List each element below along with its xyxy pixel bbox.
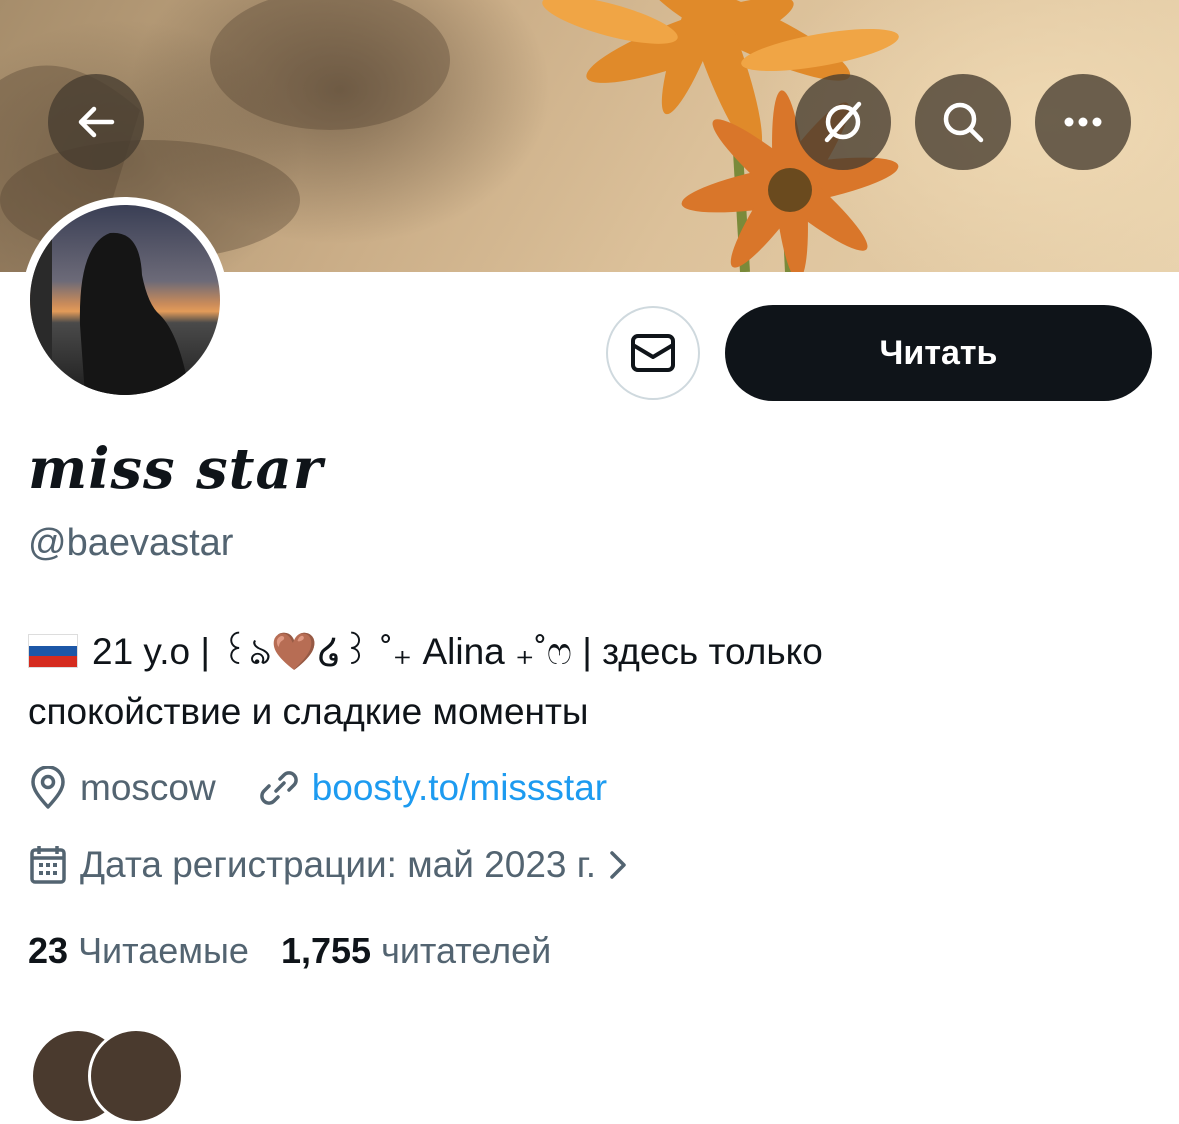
profile-bio: 21 y.o | ꒰ঌ🤎໒꒱ ˚₊ Alina ₊˚ෆ | здесь толь… xyxy=(28,622,1148,742)
chevron-right-icon xyxy=(610,851,626,879)
calendar-icon xyxy=(30,846,66,884)
arrow-left-icon xyxy=(78,106,115,138)
link-icon xyxy=(259,771,298,805)
russia-flag-icon xyxy=(28,634,78,668)
following-label: Читаемые xyxy=(78,930,249,971)
back-button[interactable] xyxy=(48,74,144,170)
follow-button[interactable]: Читать xyxy=(725,305,1152,401)
more-button[interactable] xyxy=(1035,74,1131,170)
search-button[interactable] xyxy=(915,74,1011,170)
bio-line-1: 21 y.o | ꒰ঌ🤎໒꒱ ˚₊ Alina ₊˚ෆ | здесь толь… xyxy=(92,631,823,672)
join-date-row[interactable]: Дата регистрации: май 2023 г. xyxy=(28,844,642,886)
website-link[interactable]: boosty.to/missstar xyxy=(312,767,607,809)
follow-stats: 23 Читаемые 1,755 читателей xyxy=(28,930,551,972)
followers-count: 1,755 xyxy=(280,930,372,971)
following-stat[interactable]: 23 Читаемые xyxy=(28,930,249,972)
followers-stat[interactable]: 1,755 читателей xyxy=(281,930,551,972)
mail-icon xyxy=(631,334,675,372)
join-date-text: Дата регистрации: май 2023 г. xyxy=(80,844,597,885)
grok-button[interactable] xyxy=(795,74,891,170)
avatar-image xyxy=(30,205,220,395)
bio-line-2: спокойствие и сладкие моменты xyxy=(28,691,589,732)
mutual-avatar xyxy=(88,1028,184,1124)
grok-icon xyxy=(824,101,862,143)
search-icon xyxy=(943,102,984,143)
location-pin-icon xyxy=(31,766,65,809)
display-name: miss star xyxy=(28,436,324,502)
following-count: 23 xyxy=(28,930,69,971)
message-button[interactable] xyxy=(606,306,700,400)
location-text: moscow xyxy=(80,767,216,808)
profile-avatar[interactable] xyxy=(22,197,228,403)
profile-meta-row: moscow boosty.to/missstar xyxy=(28,766,607,810)
more-horizontal-icon xyxy=(1064,117,1102,127)
user-handle: @baevastar xyxy=(28,522,234,564)
followers-label: читателей xyxy=(381,930,552,971)
